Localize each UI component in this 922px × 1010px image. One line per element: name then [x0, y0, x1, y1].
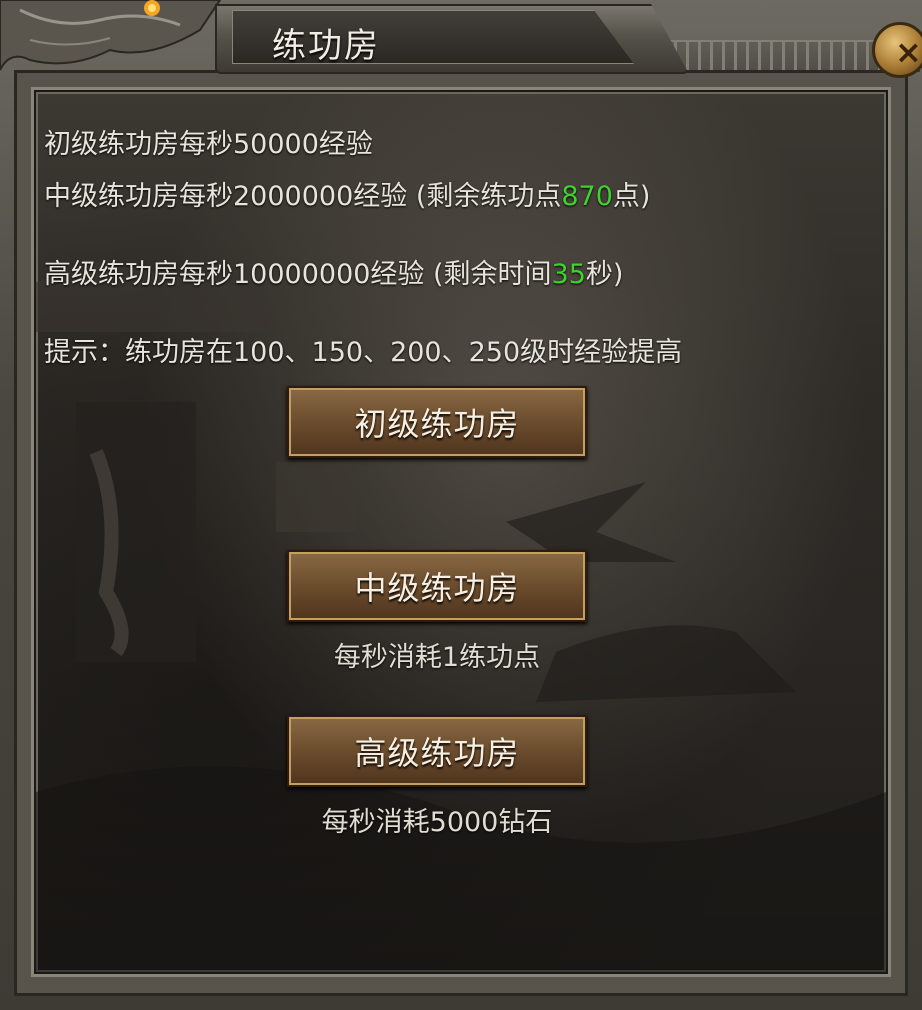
- remaining-time-value: 35: [551, 259, 586, 290]
- close-icon: ×: [895, 33, 922, 71]
- info-line-intermediate-prefix: 中级练功房每秒2000000经验 (剩余练功点: [44, 181, 562, 212]
- dragon-ornament-icon: [0, 0, 222, 71]
- content-panel: [34, 90, 888, 974]
- advanced-training-room-button[interactable]: 高级练功房: [287, 715, 587, 787]
- remaining-points-value: 870: [561, 181, 613, 212]
- close-button[interactable]: ×: [872, 22, 922, 78]
- tip-text: 提示：练功房在100、150、200、250级时经验提高: [44, 337, 683, 368]
- intermediate-cost-text: 每秒消耗1练功点: [333, 642, 541, 673]
- primary-training-room-button[interactable]: 初级练功房: [287, 386, 587, 458]
- window-title: 练功房: [272, 26, 380, 66]
- info-line-advanced: 高级练功房每秒10000000经验 (剩余时间35秒): [44, 252, 623, 291]
- info-line-intermediate: 中级练功房每秒2000000经验 (剩余练功点870点): [44, 174, 650, 213]
- info-line-primary: 初级练功房每秒50000经验: [44, 129, 373, 160]
- info-line-advanced-suffix: 秒): [585, 259, 624, 290]
- background-scene: [36, 262, 886, 972]
- info-line-advanced-prefix: 高级练功房每秒10000000经验 (剩余时间: [44, 259, 552, 290]
- advanced-cost-text: 每秒消耗5000钻石: [321, 807, 553, 838]
- intermediate-training-room-button[interactable]: 中级练功房: [287, 550, 587, 622]
- info-line-intermediate-suffix: 点): [612, 181, 651, 212]
